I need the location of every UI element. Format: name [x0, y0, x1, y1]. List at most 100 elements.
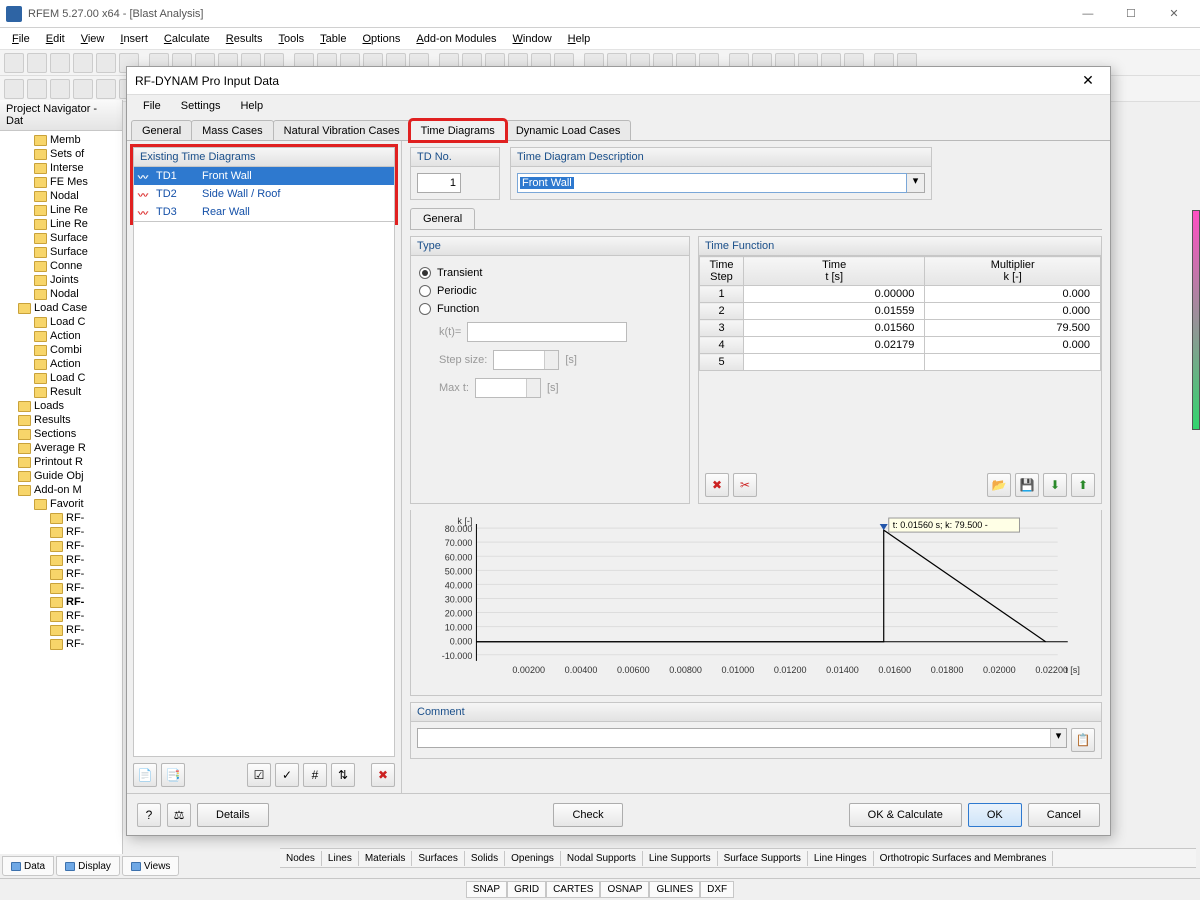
dialog-close-button[interactable]: ✕	[1074, 72, 1102, 89]
nav-item[interactable]: RF-	[0, 623, 122, 637]
nav-footer-tab-views[interactable]: Views	[122, 856, 180, 876]
copy-diagram-button[interactable]: 📑	[161, 763, 185, 787]
dialog-tab-mass-cases[interactable]: Mass Cases	[191, 120, 274, 140]
new-diagram-button[interactable]: 📄	[133, 763, 157, 787]
status-snap[interactable]: SNAP	[466, 881, 507, 898]
dialog-tab-general[interactable]: General	[131, 120, 192, 140]
tf-delete-all-button[interactable]: ✂	[733, 473, 757, 497]
table-tab[interactable]: Lines	[322, 851, 359, 866]
check-button[interactable]: Check	[553, 803, 622, 827]
table-tabs[interactable]: NodesLinesMaterialsSurfacesSolidsOpening…	[280, 848, 1196, 868]
status-glines[interactable]: GLINES	[649, 881, 700, 898]
menu-help[interactable]: Help	[560, 31, 599, 47]
nav-item[interactable]: Surface	[0, 231, 122, 245]
nav-item[interactable]: Joints	[0, 273, 122, 287]
nav-item[interactable]: RF-	[0, 567, 122, 581]
dialog-tab-time-diagrams[interactable]: Time Diagrams	[410, 120, 506, 141]
table-tab[interactable]: Line Supports	[643, 851, 718, 866]
nav-item[interactable]: Load Case	[0, 301, 122, 315]
table-tab[interactable]: Surfaces	[412, 851, 464, 866]
td-desc-input[interactable]: Front Wall	[517, 173, 907, 193]
nav-item[interactable]: RF-	[0, 525, 122, 539]
toolbar-button[interactable]	[73, 79, 93, 99]
dialog-menu-file[interactable]: File	[133, 98, 171, 114]
menu-calculate[interactable]: Calculate	[156, 31, 218, 47]
nav-item[interactable]: Load C	[0, 371, 122, 385]
menu-results[interactable]: Results	[218, 31, 271, 47]
status-osnap[interactable]: OSNAP	[600, 881, 649, 898]
menu-tools[interactable]: Tools	[270, 31, 312, 47]
nav-item[interactable]: Line Re	[0, 217, 122, 231]
check-button-small[interactable]: ✓	[275, 763, 299, 787]
nav-item[interactable]: RF-	[0, 637, 122, 651]
table-tab[interactable]: Surface Supports	[718, 851, 808, 866]
nav-item[interactable]: Line Re	[0, 203, 122, 217]
nav-item[interactable]: Action	[0, 329, 122, 343]
nav-item[interactable]: Interse	[0, 161, 122, 175]
td-no-input[interactable]	[417, 173, 461, 193]
subtab-general[interactable]: General	[410, 208, 475, 229]
existing-diagrams-list[interactable]: 〰TD1Front Wall〰TD2Side Wall / Roof〰TD3Re…	[133, 167, 395, 222]
nav-item[interactable]: Load C	[0, 315, 122, 329]
nav-item[interactable]: Sets of	[0, 147, 122, 161]
select-all-button[interactable]: ☑	[247, 763, 271, 787]
nav-item[interactable]: Printout R	[0, 455, 122, 469]
nav-item[interactable]: Memb	[0, 133, 122, 147]
sort-button[interactable]: ⇅	[331, 763, 355, 787]
tf-open-button[interactable]: 📂	[987, 473, 1011, 497]
table-tab[interactable]: Openings	[505, 851, 561, 866]
menu-file[interactable]: File	[4, 31, 38, 47]
toolbar-button[interactable]	[50, 53, 70, 73]
nav-item[interactable]: RF-	[0, 553, 122, 567]
time-function-table[interactable]: Time StepTimet [s]Multiplierk [-]10.0000…	[699, 256, 1101, 371]
nav-item[interactable]: RF-	[0, 595, 122, 609]
menu-add-on modules[interactable]: Add-on Modules	[408, 31, 504, 47]
toolbar-button[interactable]	[73, 53, 93, 73]
nav-item[interactable]: Surface	[0, 245, 122, 259]
type-radio-periodic[interactable]: Periodic	[419, 282, 681, 300]
type-radio-function[interactable]: Function	[419, 300, 681, 318]
td-list-row[interactable]: 〰TD3Rear Wall	[134, 203, 394, 221]
td-list-row[interactable]: 〰TD2Side Wall / Roof	[134, 185, 394, 203]
table-tab[interactable]: Line Hinges	[808, 851, 874, 866]
table-tab[interactable]: Solids	[465, 851, 505, 866]
toolbar-button[interactable]	[4, 79, 24, 99]
menu-insert[interactable]: Insert	[112, 31, 156, 47]
nav-item[interactable]: Nodal	[0, 287, 122, 301]
dialog-menu-help[interactable]: Help	[230, 98, 273, 114]
maximize-button[interactable]: ☐	[1111, 7, 1151, 20]
help-button[interactable]: ?	[137, 803, 161, 827]
nav-item[interactable]: RF-	[0, 511, 122, 525]
toolbar-button[interactable]	[96, 79, 116, 99]
nav-item[interactable]: Nodal	[0, 189, 122, 203]
navigator-tree[interactable]: MembSets ofInterseFE MesNodalLine ReLine…	[0, 131, 122, 653]
nav-item[interactable]: RF-	[0, 539, 122, 553]
nav-item[interactable]: Guide Obj	[0, 469, 122, 483]
menu-edit[interactable]: Edit	[38, 31, 73, 47]
type-radio-transient[interactable]: Transient	[419, 264, 681, 282]
renumber-button[interactable]: #	[303, 763, 327, 787]
minimize-button[interactable]: —	[1068, 8, 1108, 20]
ok-calculate-button[interactable]: OK & Calculate	[849, 803, 962, 827]
nav-item[interactable]: Favorit	[0, 497, 122, 511]
table-tab[interactable]: Orthotropic Surfaces and Membranes	[874, 851, 1054, 866]
nav-footer-tab-data[interactable]: Data	[2, 856, 54, 876]
toolbar-button[interactable]	[50, 79, 70, 99]
table-tab[interactable]: Materials	[359, 851, 413, 866]
nav-item[interactable]: FE Mes	[0, 175, 122, 189]
cancel-button[interactable]: Cancel	[1028, 803, 1100, 827]
nav-item[interactable]: Action	[0, 357, 122, 371]
close-button[interactable]: ✕	[1154, 7, 1194, 20]
toolbar-button[interactable]	[4, 53, 24, 73]
ok-button[interactable]: OK	[968, 803, 1022, 827]
nav-item[interactable]: Result	[0, 385, 122, 399]
details-button[interactable]: Details	[197, 803, 269, 827]
delete-diagram-button[interactable]: ✖	[371, 763, 395, 787]
nav-item[interactable]: RF-	[0, 581, 122, 595]
status-dxf[interactable]: DXF	[700, 881, 734, 898]
dialog-tab-dynamic-load-cases[interactable]: Dynamic Load Cases	[505, 120, 632, 140]
menu-view[interactable]: View	[73, 31, 113, 47]
toolbar-button[interactable]	[96, 53, 116, 73]
nav-item[interactable]: Results	[0, 413, 122, 427]
nav-item[interactable]: Average R	[0, 441, 122, 455]
